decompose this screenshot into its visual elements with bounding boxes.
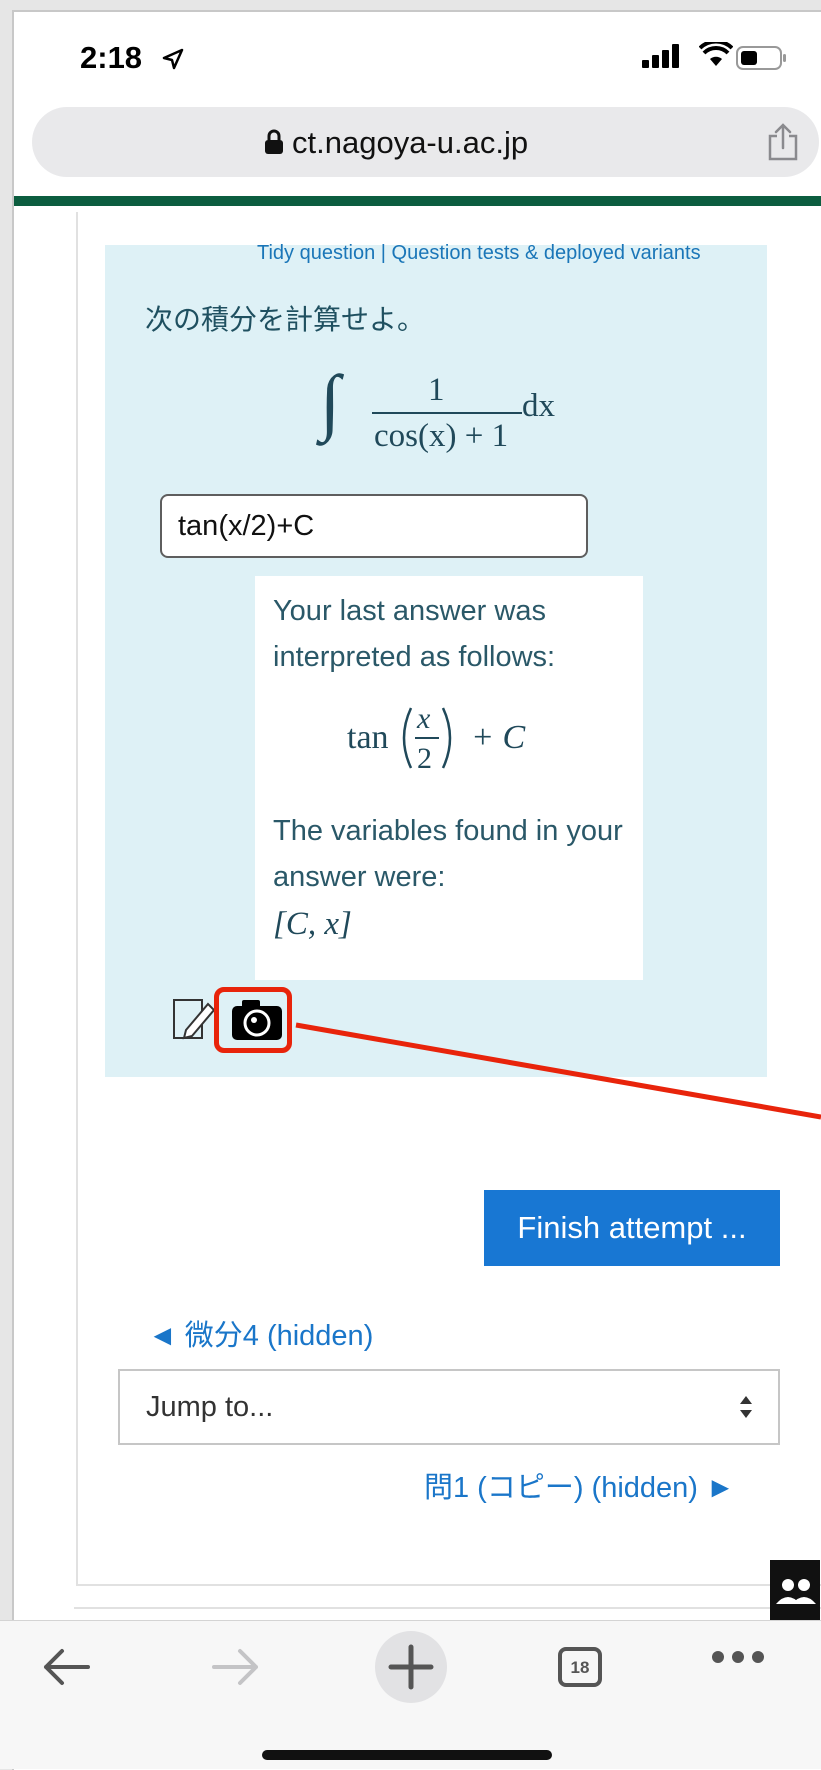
forward-icon[interactable] bbox=[210, 1643, 262, 1691]
camera-highlight-box bbox=[214, 987, 292, 1053]
next-activity-link[interactable]: 問1 (コピー) (hidden) ► bbox=[424, 1464, 735, 1506]
lock-icon bbox=[265, 129, 283, 154]
fraction-bar bbox=[372, 412, 522, 414]
variables-text: The variables found in your answer were: bbox=[273, 815, 623, 893]
battery-icon bbox=[736, 46, 786, 70]
question-tests-link[interactable]: Question tests & deployed variants bbox=[392, 242, 701, 264]
link-separator: | bbox=[380, 242, 386, 264]
fraction-denominator: cos(x) + 1 bbox=[374, 418, 509, 454]
signal-icon bbox=[642, 44, 679, 68]
back-icon[interactable] bbox=[40, 1643, 92, 1691]
jump-to-select[interactable]: Jump to... bbox=[118, 1369, 780, 1445]
interpreted-math: tan x 2 + C bbox=[347, 702, 525, 775]
integral-sign: ∫ bbox=[320, 361, 341, 443]
question-prompt: 次の積分を計算せよ。 bbox=[145, 304, 426, 335]
tidy-question-link[interactable]: Tidy question bbox=[257, 242, 375, 264]
new-tab-button[interactable] bbox=[375, 1631, 447, 1703]
url-text: ct.nagoya-u.ac.jp bbox=[292, 125, 529, 160]
differential: dx bbox=[522, 388, 555, 424]
browser-toolbar: 18 bbox=[0, 1620, 821, 1769]
tabs-icon[interactable]: 18 bbox=[558, 1647, 602, 1687]
location-arrow-icon bbox=[162, 48, 184, 70]
jump-to-label: Jump to... bbox=[146, 1391, 274, 1423]
status-time: 2:18 bbox=[80, 40, 143, 75]
people-button[interactable] bbox=[770, 1560, 820, 1622]
integral-formula: ∫ 1 cos(x) + 1 dx bbox=[318, 361, 618, 466]
answer-input[interactable]: tan(x/2)+C bbox=[160, 494, 588, 558]
home-indicator bbox=[262, 1750, 552, 1760]
validation-feedback: Your last answer was interpreted as foll… bbox=[255, 576, 643, 980]
site-brand-bar bbox=[14, 196, 821, 206]
math-func: tan bbox=[347, 719, 389, 756]
new-tab-icon bbox=[388, 1644, 434, 1690]
variables-value: [C, x] bbox=[273, 906, 352, 942]
interpreted-text: Your last answer was interpreted as foll… bbox=[273, 595, 556, 673]
content-divider bbox=[74, 1607, 821, 1609]
fraction-numerator: 1 bbox=[428, 372, 445, 408]
more-icon[interactable] bbox=[710, 1649, 766, 1665]
status-bar: 2:18 bbox=[14, 12, 821, 102]
math-tail: + C bbox=[471, 719, 525, 756]
previous-activity-link[interactable]: ◄ 微分4 (hidden) bbox=[148, 1312, 373, 1354]
question-admin-links: Tidy question | Question tests & deploye… bbox=[257, 242, 701, 265]
select-arrows-icon bbox=[740, 1396, 752, 1418]
people-icon bbox=[776, 1579, 816, 1604]
math-den: 2 bbox=[417, 742, 432, 775]
address-bar[interactable]: ct.nagoya-u.ac.jp bbox=[32, 107, 819, 177]
wifi-icon bbox=[699, 42, 733, 66]
share-icon[interactable] bbox=[766, 122, 800, 162]
edit-icon[interactable] bbox=[173, 999, 216, 1040]
math-num: x bbox=[416, 702, 431, 735]
finish-attempt-button[interactable]: Finish attempt ... bbox=[484, 1190, 780, 1266]
